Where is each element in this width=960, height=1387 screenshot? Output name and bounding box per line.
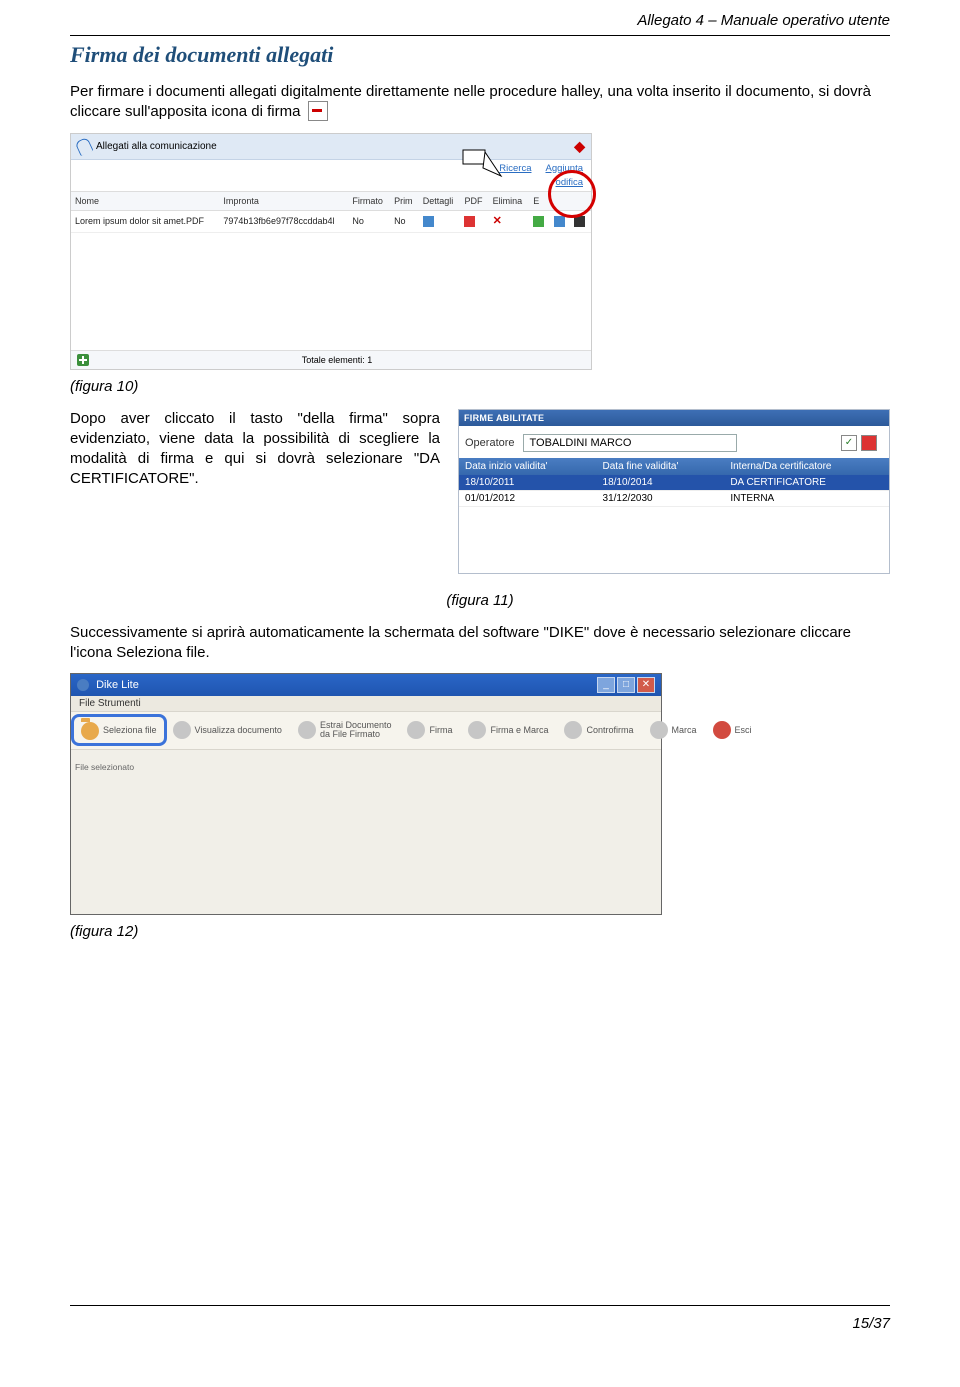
pdf-icon[interactable]	[464, 216, 475, 227]
dike-toolbar: Seleziona file Visualizza documento Estr…	[71, 712, 661, 750]
firma-pen-icon	[407, 721, 425, 739]
r1-type: DA CERTIFICATORE	[724, 475, 889, 491]
folder-icon	[81, 722, 99, 740]
r2-end: 31/12/2030	[597, 490, 725, 506]
marca-label: Marca	[672, 725, 697, 735]
operatore-label: Operatore	[465, 437, 515, 449]
firma-icon[interactable]	[554, 216, 565, 227]
cell-impronta: 7974b13fb6e97f78ccddab4l	[219, 210, 348, 232]
seleziona-file-button[interactable]: Seleziona file	[75, 718, 163, 742]
edit-icon[interactable]	[861, 435, 877, 451]
firme-row-1[interactable]: 18/10/2011 18/10/2014 DA CERTIFICATORE	[459, 475, 889, 491]
firme-table: Data inizio validita' Data fine validita…	[459, 458, 889, 507]
seleziona-file-label: Seleziona file	[103, 725, 157, 735]
col-e: E	[529, 191, 550, 210]
firma-label: Firma	[429, 725, 452, 735]
collapse-arrow-icon[interactable]: ◆	[574, 138, 585, 155]
allegati-header-row: Nome Impronta Firmato Prim Dettagli PDF …	[71, 191, 591, 210]
col-elimina: Elimina	[489, 191, 530, 210]
firma-marca-icon	[468, 721, 486, 739]
marca-icon	[650, 721, 668, 739]
visualizza-label: Visualizza documento	[195, 725, 282, 735]
caption-figura-10: (figura 10)	[70, 378, 890, 395]
firma-button[interactable]: Firma	[401, 718, 458, 742]
allegati-row-1[interactable]: Lorem ipsum dolor sit amet.PDF 7974b13fb…	[71, 210, 591, 232]
r2-type: INTERNA	[724, 490, 889, 506]
screenshot-dike: Dike Lite _ □ ✕ File Strumenti Seleziona…	[70, 673, 662, 915]
link-ricerca[interactable]: Ricerca	[499, 163, 531, 174]
allegati-title-text: Allegati alla comunicazione	[96, 141, 217, 152]
esci-label: Esci	[735, 725, 752, 735]
paragraph-3: Successivamente si aprirà automaticament…	[70, 623, 890, 664]
action-icon-1[interactable]	[533, 216, 544, 227]
r2-start: 01/01/2012	[459, 490, 597, 506]
controfirma-button[interactable]: Controfirma	[558, 718, 639, 742]
totale-label: Totale elementi: 1	[89, 355, 585, 365]
dike-title-text: Dike Lite	[96, 679, 139, 691]
esci-icon	[713, 721, 731, 739]
callout-arrow-icon	[461, 148, 503, 190]
footer-rule	[70, 1305, 890, 1306]
col-nome: Nome	[71, 191, 219, 210]
page-number: 15/37	[852, 1315, 890, 1332]
r1-start: 18/10/2011	[459, 475, 597, 491]
col-prim: Prim	[390, 191, 419, 210]
paperclip-icon	[74, 136, 93, 156]
section-title: Firma dei documenti allegati	[70, 42, 890, 68]
allegati-titlebar: Allegati alla comunicazione ◆	[71, 134, 591, 160]
elimina-icon[interactable]: ✕	[493, 215, 502, 227]
controfirma-label: Controfirma	[586, 725, 633, 735]
paragraph-1: Per firmare i documenti allegati digital…	[70, 82, 890, 123]
paragraph-2: Dopo aver cliccato il tasto "della firma…	[70, 409, 440, 490]
close-button[interactable]: ✕	[637, 677, 655, 693]
dike-menubar[interactable]: File Strumenti	[71, 696, 661, 712]
page-header-right: Allegato 4 – Manuale operativo utente	[70, 10, 890, 35]
dike-titlebar: Dike Lite _ □ ✕	[71, 674, 661, 696]
cell-prim: No	[390, 210, 419, 232]
caption-figura-11: (figura 11)	[70, 592, 890, 609]
red-circle-highlight	[548, 170, 596, 218]
col-data-inizio: Data inizio validita'	[459, 458, 597, 475]
screenshot-firme-abilitate: FIRME ABILITATE Operatore TOBALDINI MARC…	[458, 409, 890, 574]
dike-app-icon	[77, 679, 89, 691]
firma-marca-label: Firma e Marca	[490, 725, 548, 735]
firma-inline-icon	[308, 101, 328, 121]
estrai-documento-button[interactable]: Estrai Documento da File Firmato	[292, 718, 398, 743]
col-tipo: Interna/Da certificatore	[724, 458, 889, 475]
firme-row-2[interactable]: 01/01/2012 31/12/2030 INTERNA	[459, 490, 889, 506]
caption-figura-12: (figura 12)	[70, 923, 890, 940]
confirm-icon[interactable]: ✓	[841, 435, 857, 451]
cell-firmato: No	[348, 210, 390, 232]
maximize-button[interactable]: □	[617, 677, 635, 693]
allegati-footer: Totale elementi: 1	[71, 350, 591, 369]
allegati-table: Nome Impronta Firmato Prim Dettagli PDF …	[71, 191, 591, 233]
firma-e-marca-button[interactable]: Firma e Marca	[462, 718, 554, 742]
header-rule	[70, 35, 890, 36]
firme-titlebar: FIRME ABILITATE	[459, 410, 889, 426]
col-data-fine: Data fine validita'	[597, 458, 725, 475]
operatore-value: TOBALDINI MARCO	[523, 434, 737, 452]
col-pdf: PDF	[460, 191, 488, 210]
firme-header-row: Data inizio validita' Data fine validita…	[459, 458, 889, 475]
add-icon[interactable]	[77, 354, 89, 366]
marca-button[interactable]: Marca	[644, 718, 703, 742]
dettagli-icon[interactable]	[423, 216, 434, 227]
estrai-label-l2: da File Firmato	[320, 730, 392, 739]
col-dettagli: Dettagli	[419, 191, 461, 210]
paragraph-1-text: Per firmare i documenti allegati digital…	[70, 83, 871, 120]
col-impronta: Impronta	[219, 191, 348, 210]
controfirma-icon	[564, 721, 582, 739]
r1-end: 18/10/2014	[597, 475, 725, 491]
file-selezionato-label: File selezionato	[75, 762, 134, 772]
visualizza-icon	[173, 721, 191, 739]
esci-button[interactable]: Esci	[707, 718, 758, 742]
visualizza-documento-button[interactable]: Visualizza documento	[167, 718, 288, 742]
col-firmato: Firmato	[348, 191, 390, 210]
screenshot-allegati: Allegati alla comunicazione ◆ Ricerca Ag…	[70, 133, 592, 370]
estrai-icon	[298, 721, 316, 739]
cell-nome: Lorem ipsum dolor sit amet.PDF	[71, 210, 219, 232]
minimize-button[interactable]: _	[597, 677, 615, 693]
